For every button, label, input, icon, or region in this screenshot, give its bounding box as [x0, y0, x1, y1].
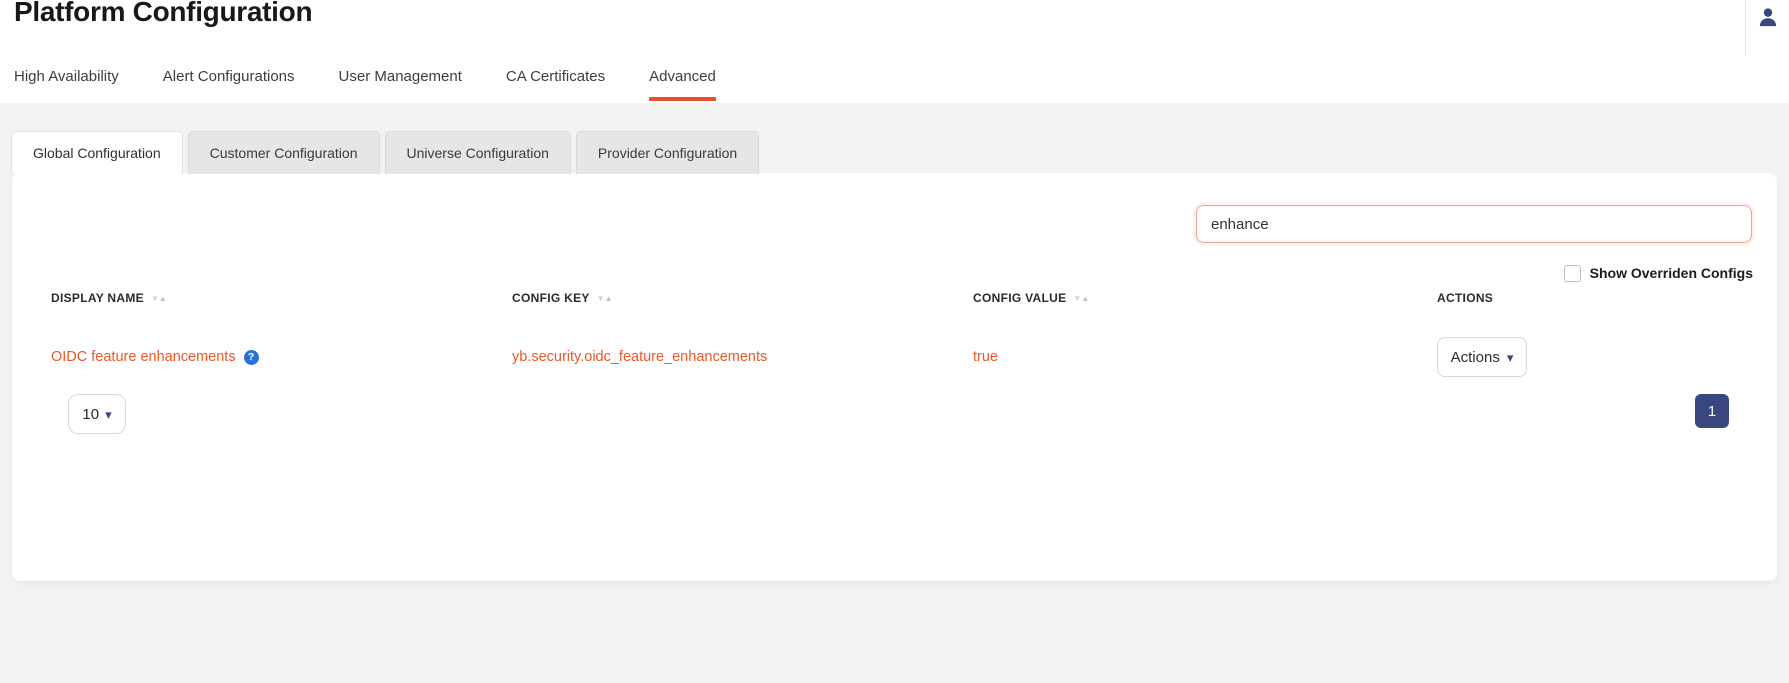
- actions-dropdown-button[interactable]: Actions ▾: [1437, 337, 1527, 377]
- primary-tab-bar: High Availability Alert Configurations U…: [0, 55, 1789, 103]
- user-menu[interactable]: [1745, 0, 1789, 56]
- search-input[interactable]: [1196, 205, 1752, 243]
- config-scope-tab-bar: Global Configuration Customer Configurat…: [11, 131, 759, 174]
- column-header-label: DISPLAY NAME: [51, 291, 144, 305]
- sort-asc-icon: ▲: [605, 294, 613, 303]
- current-page-number: 1: [1708, 403, 1716, 420]
- table-header-row: DISPLAY NAME▼▲ CONFIG KEY▼▲ CONFIG VALUE…: [12, 291, 1777, 311]
- column-header-config-value[interactable]: CONFIG VALUE ▼▲: [973, 291, 1089, 305]
- column-header-config-key[interactable]: CONFIG KEY ▼▲: [512, 291, 613, 305]
- sort-icon[interactable]: ▼▲: [1073, 294, 1089, 303]
- caret-down-icon: ▾: [105, 408, 112, 421]
- sort-desc-icon: ▼: [151, 294, 159, 303]
- subtab-global-configuration[interactable]: Global Configuration: [11, 131, 183, 174]
- column-header-label: CONFIG KEY: [512, 291, 590, 305]
- subtab-universe-configuration[interactable]: Universe Configuration: [385, 131, 571, 174]
- caret-down-icon: ▾: [1507, 351, 1514, 364]
- column-header-actions: ACTIONS: [1437, 291, 1493, 305]
- tab-advanced[interactable]: Advanced: [649, 57, 716, 101]
- show-overriden-row: Show Overriden Configs: [1564, 263, 1753, 283]
- column-header-label: ACTIONS: [1437, 291, 1493, 305]
- page-number-button[interactable]: 1: [1695, 394, 1729, 428]
- show-overriden-checkbox[interactable]: [1564, 265, 1581, 282]
- column-header-display-name[interactable]: DISPLAY NAME ▼▲: [51, 291, 167, 305]
- display-name-text: OIDC feature enhancements: [51, 349, 236, 365]
- config-key-text: yb.security.oidc_feature_enhancements: [512, 349, 767, 365]
- page-size-value: 10: [82, 406, 99, 423]
- tab-ca-certificates[interactable]: CA Certificates: [506, 57, 605, 101]
- tab-alert-configurations[interactable]: Alert Configurations: [163, 57, 295, 101]
- page-title: Platform Configuration: [14, 0, 312, 28]
- column-header-label: CONFIG VALUE: [973, 291, 1066, 305]
- subtab-customer-configuration[interactable]: Customer Configuration: [188, 131, 380, 174]
- cell-display-name: OIDC feature enhancements?: [51, 337, 259, 377]
- sort-icon[interactable]: ▼▲: [151, 294, 167, 303]
- sort-icon[interactable]: ▼▲: [597, 294, 613, 303]
- user-icon: [1757, 6, 1779, 28]
- page-size-dropdown[interactable]: 10 ▾: [68, 394, 126, 434]
- show-overriden-label[interactable]: Show Overriden Configs: [1590, 265, 1753, 281]
- table-row: OIDC feature enhancements? yb.security.o…: [12, 337, 1777, 377]
- config-value-text: true: [973, 349, 998, 365]
- help-icon[interactable]: ?: [244, 350, 259, 365]
- tab-user-management[interactable]: User Management: [339, 57, 462, 101]
- sort-asc-icon: ▲: [1081, 294, 1089, 303]
- sort-asc-icon: ▲: [159, 294, 167, 303]
- platform-configuration-page: Platform Configuration High Availability…: [0, 0, 1789, 683]
- tab-high-availability[interactable]: High Availability: [14, 57, 119, 101]
- global-configuration-panel: Show Overriden Configs DISPLAY NAME▼▲ CO…: [12, 173, 1777, 581]
- subtab-provider-configuration[interactable]: Provider Configuration: [576, 131, 759, 174]
- cell-config-value: true: [973, 337, 998, 377]
- sort-desc-icon: ▼: [597, 294, 605, 303]
- cell-config-key: yb.security.oidc_feature_enhancements: [512, 337, 767, 377]
- actions-button-label: Actions: [1451, 349, 1500, 366]
